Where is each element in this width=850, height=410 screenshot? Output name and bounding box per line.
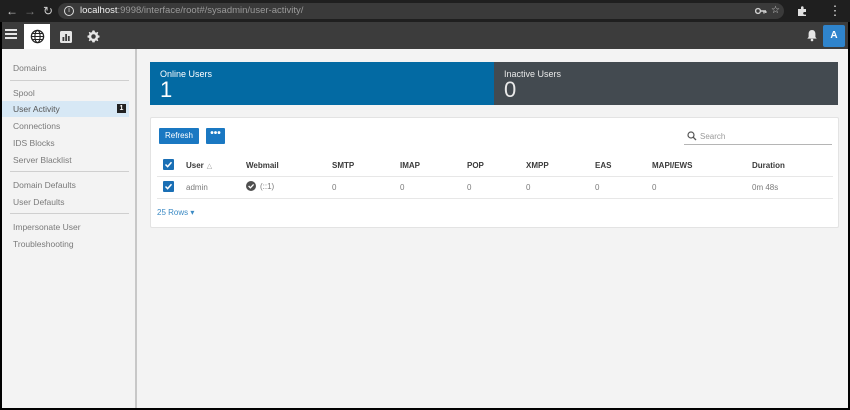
hamburger-menu-icon[interactable] — [5, 29, 17, 41]
sidebar-divider — [10, 213, 129, 214]
row-divider — [157, 198, 833, 199]
column-header-mapi-ews[interactable]: MAPI/EWS — [652, 161, 692, 170]
refresh-button[interactable]: Refresh — [159, 128, 199, 144]
inactive-users-card[interactable]: Inactive Users 0 — [494, 62, 838, 105]
chart-icon[interactable] — [53, 24, 79, 49]
column-header-webmail[interactable]: Webmail — [246, 161, 279, 170]
browser-menu-icon[interactable]: ⋮ — [827, 3, 843, 19]
row-divider — [157, 176, 833, 177]
caret-down-icon: ▾ — [190, 208, 195, 217]
cell-pop: 0 — [467, 183, 472, 192]
column-header-xmpp[interactable]: XMPP — [526, 161, 549, 170]
gear-icon[interactable] — [80, 24, 106, 49]
sidebar-item-ids-blocks[interactable]: IDS Blocks — [2, 135, 129, 151]
sort-asc-icon[interactable]: △ — [207, 162, 212, 170]
cell-xmpp: 0 — [526, 183, 531, 192]
column-header-eas[interactable]: EAS — [595, 161, 611, 170]
sidebar-item-user-defaults[interactable]: User Defaults — [2, 194, 129, 210]
search-input[interactable] — [700, 130, 828, 143]
sidebar-item-label: User Activity — [13, 104, 60, 114]
column-header-duration[interactable]: Duration — [752, 161, 785, 170]
user-activity-panel: Refresh ••• User△ Webmail SMTP IMAP POP … — [150, 117, 839, 228]
sidebar-divider — [10, 80, 129, 81]
column-header-pop[interactable]: POP — [467, 161, 484, 170]
search-box — [684, 130, 832, 145]
cell-duration: 0m 48s — [752, 183, 779, 192]
sidebar-item-domains[interactable]: Domains — [2, 60, 129, 76]
browser-toolbar: ← → ↻ i localhost:9998/interface/root#/s… — [0, 0, 850, 22]
sidebar: Domains Spool User Activity 1 Connection… — [2, 49, 137, 408]
sidebar-divider — [10, 171, 129, 172]
star-icon[interactable]: ☆ — [771, 6, 780, 16]
avatar[interactable]: A — [823, 25, 845, 47]
sidebar-item-spool[interactable]: Spool — [2, 85, 129, 101]
column-header-imap[interactable]: IMAP — [400, 161, 420, 170]
row-checkbox[interactable] — [163, 181, 174, 192]
forward-arrow-icon[interactable]: → — [22, 3, 38, 19]
address-bar[interactable]: i localhost:9998/interface/root#/sysadmi… — [58, 3, 784, 19]
check-circle-icon — [246, 181, 256, 191]
cell-webmail: (::1) — [246, 181, 274, 191]
back-arrow-icon[interactable]: ← — [4, 3, 20, 19]
main-content: Online Users 1 Inactive Users 0 Refresh … — [139, 49, 848, 408]
sidebar-item-impersonate-user[interactable]: Impersonate User — [2, 219, 129, 235]
key-icon[interactable] — [755, 6, 767, 16]
app-window: A Domains Spool User Activity 1 Connecti… — [2, 22, 848, 408]
cell-mapi-ews: 0 — [652, 183, 657, 192]
column-header-smtp[interactable]: SMTP — [332, 161, 354, 170]
site-info-icon[interactable]: i — [64, 6, 74, 16]
rows-per-page-dropdown[interactable]: 25 Rows ▾ — [157, 208, 194, 217]
sidebar-item-troubleshooting[interactable]: Troubleshooting — [2, 236, 129, 252]
sidebar-item-connections[interactable]: Connections — [2, 118, 129, 134]
inactive-users-count: 0 — [504, 77, 517, 102]
bell-icon[interactable] — [806, 29, 818, 42]
cell-user[interactable]: admin — [186, 183, 208, 192]
extensions-icon[interactable] — [794, 5, 810, 17]
globe-icon[interactable] — [24, 24, 50, 49]
cell-smtp: 0 — [332, 183, 337, 192]
column-header-user[interactable]: User △ — [186, 161, 212, 170]
select-all-checkbox[interactable] — [163, 159, 174, 170]
url-text[interactable]: localhost:9998/interface/root#/sysadmin/… — [80, 5, 303, 16]
online-users-card[interactable]: Online Users 1 — [150, 62, 494, 105]
app-topbar: A — [2, 22, 848, 49]
webmail-ip: (::1) — [260, 181, 275, 191]
search-icon — [687, 131, 697, 141]
count-badge: 1 — [117, 104, 126, 113]
sidebar-item-server-blacklist[interactable]: Server Blacklist — [2, 152, 129, 168]
cell-imap: 0 — [400, 183, 405, 192]
sidebar-item-domain-defaults[interactable]: Domain Defaults — [2, 177, 129, 193]
reload-icon[interactable]: ↻ — [40, 3, 56, 19]
cell-eas: 0 — [595, 183, 600, 192]
online-users-count: 1 — [160, 77, 173, 102]
sidebar-item-user-activity[interactable]: User Activity 1 — [2, 101, 129, 117]
more-options-button[interactable]: ••• — [206, 128, 225, 144]
